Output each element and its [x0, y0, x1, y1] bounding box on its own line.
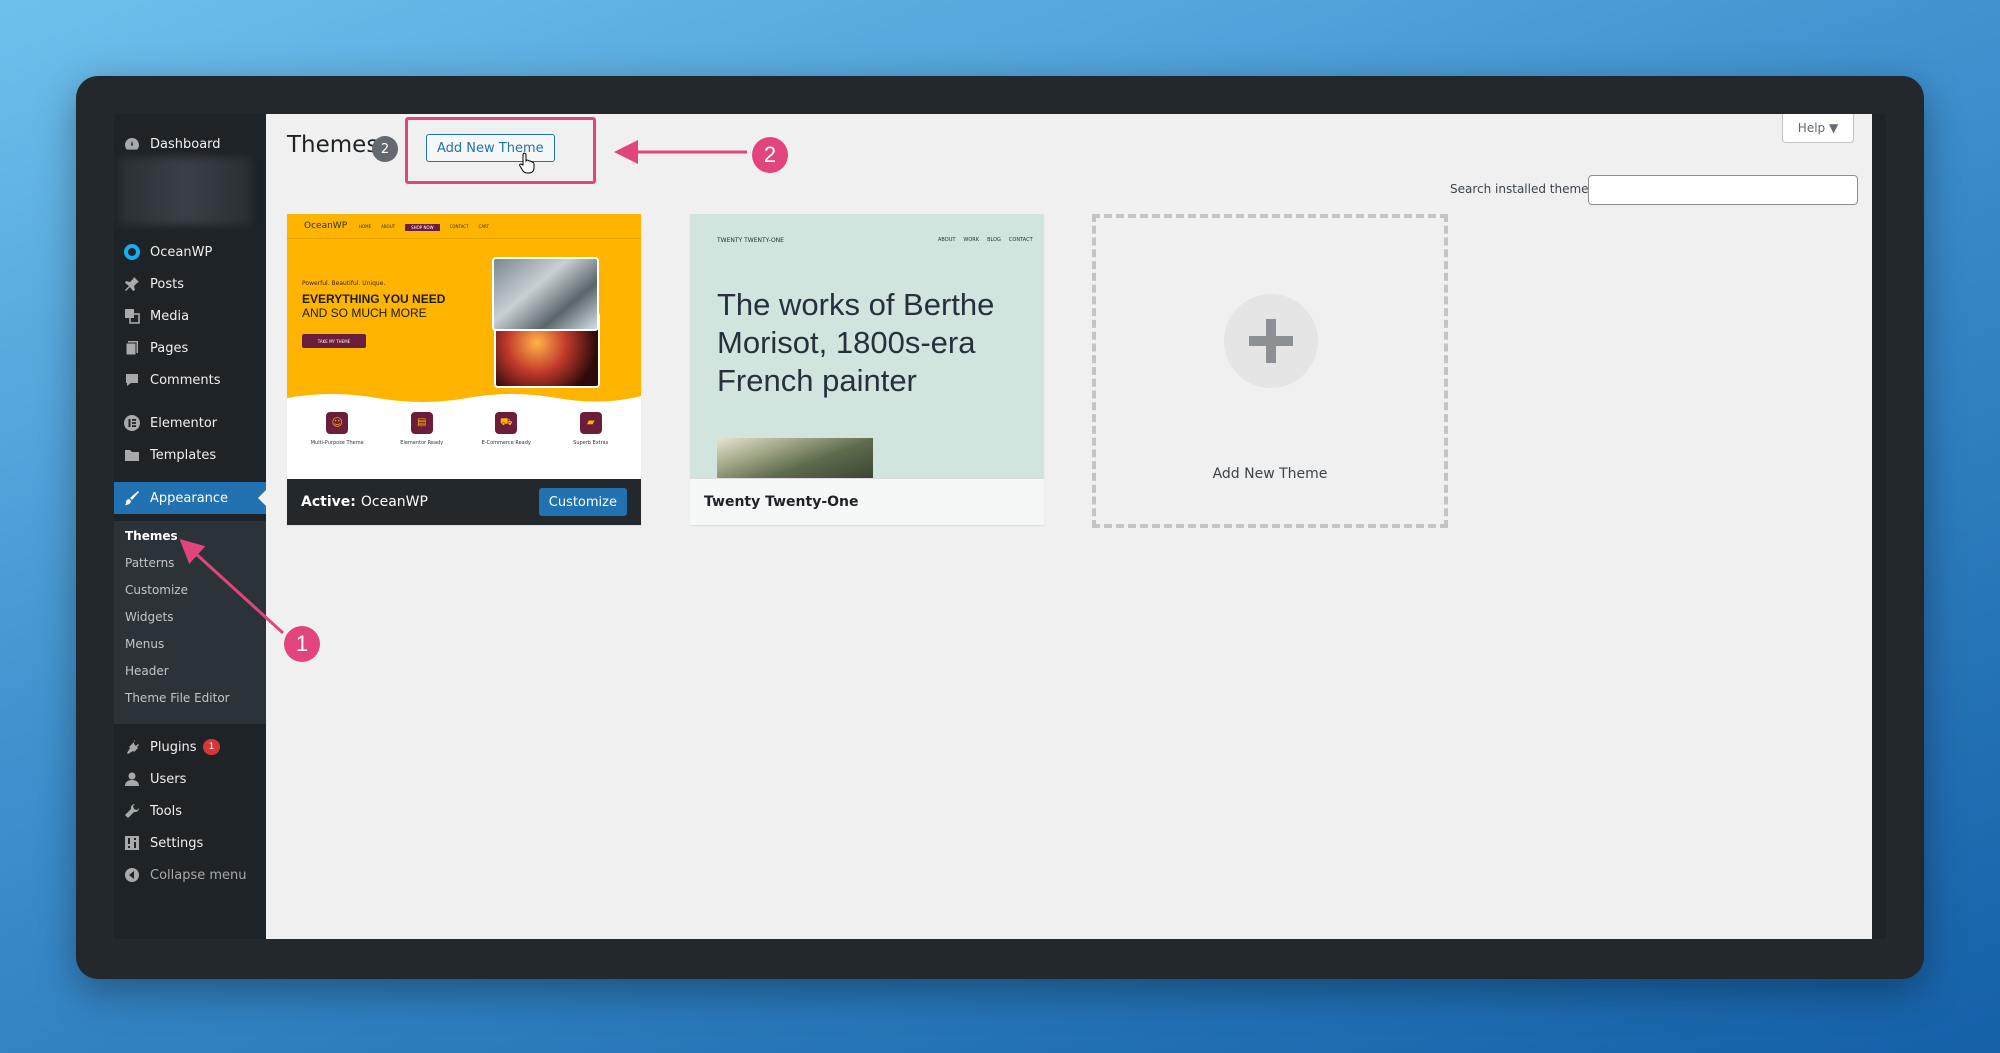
annotation-arrows [179, 140, 747, 635]
hand-cursor-icon [519, 152, 535, 174]
arrow-to-themes-menu [179, 538, 285, 635]
annotation-step-2: 2 [752, 137, 788, 173]
annotation-step-1: 1 [284, 626, 320, 662]
